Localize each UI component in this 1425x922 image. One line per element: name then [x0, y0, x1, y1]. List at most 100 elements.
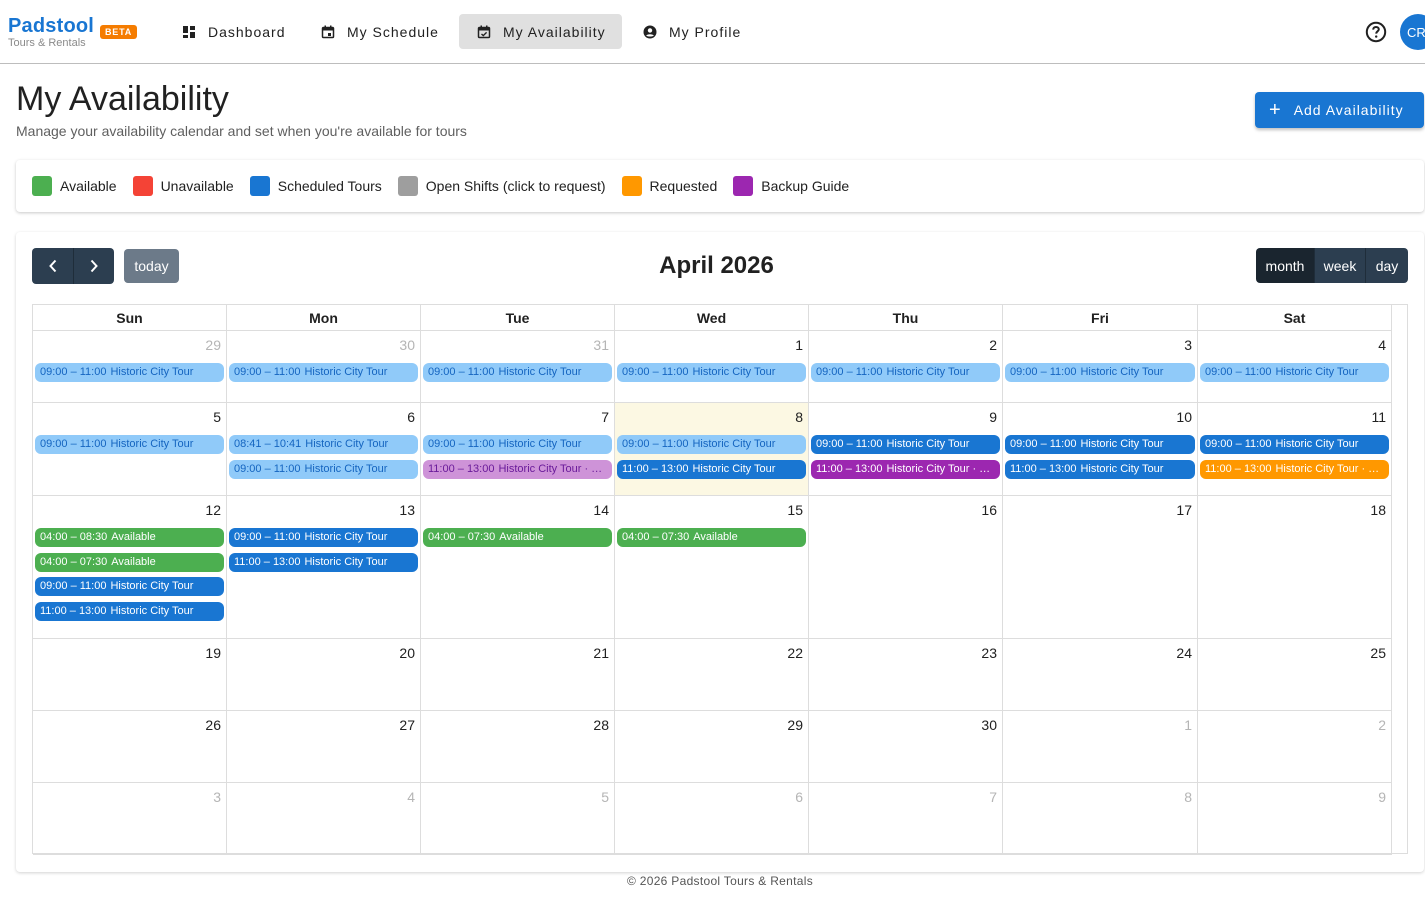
nav-my-schedule[interactable]: My Schedule [303, 14, 455, 49]
calendar-event[interactable]: 09:00 – 11:00 Historic City Tour [1200, 435, 1389, 454]
day-number[interactable]: 8 [1184, 789, 1192, 805]
day-number[interactable]: 21 [593, 645, 609, 661]
day-cell[interactable]: 25 [1198, 639, 1392, 711]
calendar-event[interactable]: 04:00 – 07:30 Available [617, 528, 806, 547]
day-cell[interactable]: 1 [1003, 711, 1198, 783]
calendar-event[interactable]: 09:00 – 11:00 Historic City Tour [1005, 363, 1195, 382]
day-cell[interactable]: 31 09:00 – 11:00 Historic City Tour [421, 331, 615, 403]
calendar-event[interactable]: 11:00 – 13:00 Historic City Tour · … [1200, 459, 1389, 479]
day-number[interactable]: 8 [795, 409, 803, 425]
nav-my-availability[interactable]: My Availability [459, 14, 622, 49]
day-number[interactable]: 26 [205, 717, 221, 733]
day-cell[interactable]: 8 [1003, 783, 1198, 855]
day-cell[interactable]: 26 [33, 711, 227, 783]
day-cell[interactable]: 19 [33, 639, 227, 711]
day-cell[interactable]: 22 [615, 639, 809, 711]
day-cell[interactable]: 15 04:00 – 07:30 Available [615, 496, 809, 639]
day-number[interactable]: 29 [205, 337, 221, 353]
day-number[interactable]: 1 [795, 337, 803, 353]
day-cell[interactable]: 27 [227, 711, 421, 783]
day-cell-today[interactable]: 8 09:00 – 11:00 Historic City Tour 11:00 – … [615, 403, 809, 496]
day-cell[interactable]: 9 [1198, 783, 1392, 855]
day-cell[interactable]: 4 09:00 – 11:00 Historic City Tour [1198, 331, 1392, 403]
calendar-event[interactable]: 09:00 – 11:00 Historic City Tour [811, 435, 1000, 454]
day-number[interactable]: 5 [213, 409, 221, 425]
calendar-event[interactable]: 09:00 – 11:00 Historic City Tour [811, 363, 1000, 382]
day-number[interactable]: 7 [601, 409, 609, 425]
prev-month-button[interactable] [32, 248, 73, 284]
day-cell[interactable]: 7 09:00 – 11:00 Historic City Tour 11:00 – … [421, 403, 615, 496]
day-cell[interactable]: 29 [615, 711, 809, 783]
calendar-event[interactable]: 11:00 – 13:00 Historic City Tour [617, 459, 806, 479]
day-number[interactable]: 29 [787, 717, 803, 733]
day-cell[interactable]: 1 09:00 – 11:00 Historic City Tour [615, 331, 809, 403]
day-number[interactable]: 9 [1378, 789, 1386, 805]
day-number[interactable]: 4 [1378, 337, 1386, 353]
day-cell[interactable]: 3 [33, 783, 227, 855]
calendar-event[interactable]: 11:00 – 13:00 Historic City Tour [1005, 459, 1195, 479]
day-number[interactable]: 4 [407, 789, 415, 805]
calendar-event[interactable]: 09:00 – 11:00 Historic City Tour [423, 435, 612, 454]
day-cell[interactable]: 17 [1003, 496, 1198, 639]
calendar-event[interactable]: 09:00 – 11:00 Historic City Tour [229, 363, 418, 382]
day-cell[interactable]: 13 09:00 – 11:00 Historic City Tour 11:00 –… [227, 496, 421, 639]
day-number[interactable]: 18 [1370, 502, 1386, 518]
day-cell[interactable]: 10 09:00 – 11:00 Historic City Tour 11:00 –… [1003, 403, 1198, 496]
user-avatar[interactable]: CR [1400, 14, 1425, 50]
calendar-event[interactable]: 09:00 – 11:00 Historic City Tour [35, 577, 224, 597]
calendar-event[interactable]: 04:00 – 08:30 Available [35, 528, 224, 547]
day-number[interactable]: 22 [787, 645, 803, 661]
day-cell[interactable]: 14 04:00 – 07:30 Available [421, 496, 615, 639]
calendar-event[interactable]: 11:00 – 13:00 Historic City Tour · … [811, 459, 1000, 479]
calendar-event[interactable]: 09:00 – 11:00 Historic City Tour [1200, 363, 1389, 382]
view-week-button[interactable]: week [1314, 248, 1365, 283]
day-cell[interactable]: 5 09:00 – 11:00 Historic City Tour [33, 403, 227, 496]
day-number[interactable]: 13 [399, 502, 415, 518]
day-cell[interactable]: 30 09:00 – 11:00 Historic City Tour [227, 331, 421, 403]
calendar-event[interactable]: 04:00 – 07:30 Available [423, 528, 612, 547]
day-number[interactable]: 30 [981, 717, 997, 733]
day-number[interactable]: 17 [1176, 502, 1192, 518]
day-cell[interactable]: 23 [809, 639, 1003, 711]
calendar-event[interactable]: 11:00 – 13:00 Historic City Tour [229, 552, 418, 572]
day-number[interactable]: 19 [205, 645, 221, 661]
calendar-event[interactable]: 09:00 – 11:00 Historic City Tour [617, 435, 806, 454]
day-number[interactable]: 9 [989, 409, 997, 425]
day-cell[interactable]: 11 09:00 – 11:00 Historic City Tour 11:00 –… [1198, 403, 1392, 496]
day-number[interactable]: 10 [1176, 409, 1192, 425]
calendar-event[interactable]: 08:41 – 10:41 Historic City Tour [229, 435, 418, 454]
day-number[interactable]: 30 [399, 337, 415, 353]
help-icon[interactable] [1365, 21, 1387, 43]
day-number[interactable]: 20 [399, 645, 415, 661]
day-number[interactable]: 5 [601, 789, 609, 805]
calendar-event[interactable]: 09:00 – 11:00 Historic City Tour [423, 363, 612, 382]
day-cell[interactable]: 4 [227, 783, 421, 855]
day-cell[interactable]: 12 04:00 – 08:30 Available 04:00 – 07:30 Ava… [33, 496, 227, 639]
calendar-event[interactable]: 09:00 – 11:00 Historic City Tour [229, 459, 418, 479]
day-cell[interactable]: 9 09:00 – 11:00 Historic City Tour 11:00 – … [809, 403, 1003, 496]
day-number[interactable]: 27 [399, 717, 415, 733]
view-day-button[interactable]: day [1365, 248, 1408, 283]
day-number[interactable]: 7 [989, 789, 997, 805]
day-cell[interactable]: 2 [1198, 711, 1392, 783]
calendar-event[interactable]: 09:00 – 11:00 Historic City Tour [229, 528, 418, 547]
today-button[interactable]: today [124, 249, 179, 283]
view-month-button[interactable]: month [1256, 248, 1314, 283]
day-cell[interactable]: 24 [1003, 639, 1198, 711]
day-number[interactable]: 6 [407, 409, 415, 425]
day-cell[interactable]: 16 [809, 496, 1003, 639]
day-cell[interactable]: 5 [421, 783, 615, 855]
day-number[interactable]: 28 [593, 717, 609, 733]
day-cell[interactable]: 28 [421, 711, 615, 783]
day-number[interactable]: 6 [795, 789, 803, 805]
day-number[interactable]: 3 [1184, 337, 1192, 353]
calendar-event[interactable]: 09:00 – 11:00 Historic City Tour [1005, 435, 1195, 454]
day-cell[interactable]: 2 09:00 – 11:00 Historic City Tour [809, 331, 1003, 403]
day-number[interactable]: 1 [1184, 717, 1192, 733]
day-number[interactable]: 31 [593, 337, 609, 353]
day-cell[interactable]: 29 09:00 – 11:00 Historic City Tour [33, 331, 227, 403]
day-cell[interactable]: 30 [809, 711, 1003, 783]
day-number[interactable]: 12 [205, 502, 221, 518]
day-number[interactable]: 2 [989, 337, 997, 353]
day-cell[interactable]: 18 [1198, 496, 1392, 639]
